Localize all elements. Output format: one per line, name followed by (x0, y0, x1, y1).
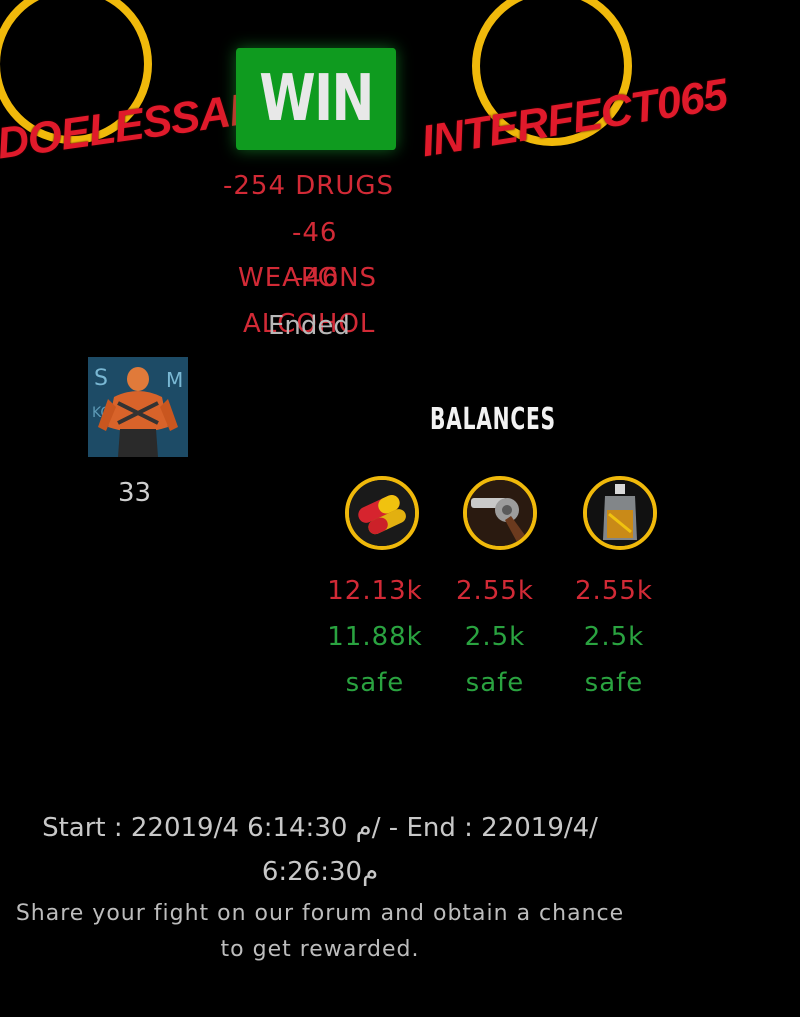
fight-time-line1: Start : 2م 6:14:30 2019/4/ - End : 22019… (42, 813, 598, 843)
svg-text:S: S (94, 366, 108, 391)
avatar[interactable]: S M KO (88, 357, 188, 457)
fight-time-range: Start : 2م 6:14:30 2019/4/ - End : 22019… (0, 806, 640, 894)
alcohol-balance-total: 2.55k (575, 576, 653, 606)
share-note-line1: Share your fight on our forum and obtain… (15, 901, 625, 926)
alcohol-safe-label: safe (584, 668, 644, 698)
alcohol-loss-amount: -46 (294, 263, 340, 293)
avatar-level: 33 (118, 478, 152, 508)
share-note-line2: to get rewarded. (220, 937, 420, 962)
pills-icon (345, 476, 419, 550)
alcohol-balance-safe: 2.5k (583, 622, 645, 652)
drugs-safe-label: safe (345, 668, 405, 698)
balances-title: BALANCES (430, 402, 556, 437)
drugs-balance-safe: 11.88k (327, 622, 423, 652)
share-note: Share your fight on our forum and obtain… (0, 896, 640, 968)
win-badge: WIN (236, 48, 396, 150)
fight-time-line2: 6:26:30م (261, 857, 379, 887)
svg-text:M: M (166, 368, 183, 392)
fight-status: Ended (268, 311, 350, 341)
drugs-loss: -254 DRUGS (223, 171, 395, 201)
weapons-safe-label: safe (465, 668, 525, 698)
weapons-balance-safe: 2.5k (464, 622, 526, 652)
whiskey-bottle-icon (583, 476, 657, 550)
drugs-balance-total: 12.13k (327, 576, 423, 606)
revolver-icon (463, 476, 537, 550)
weapons-balance-total: 2.55k (456, 576, 534, 606)
weapons-loss-amount: -46 (292, 218, 338, 248)
